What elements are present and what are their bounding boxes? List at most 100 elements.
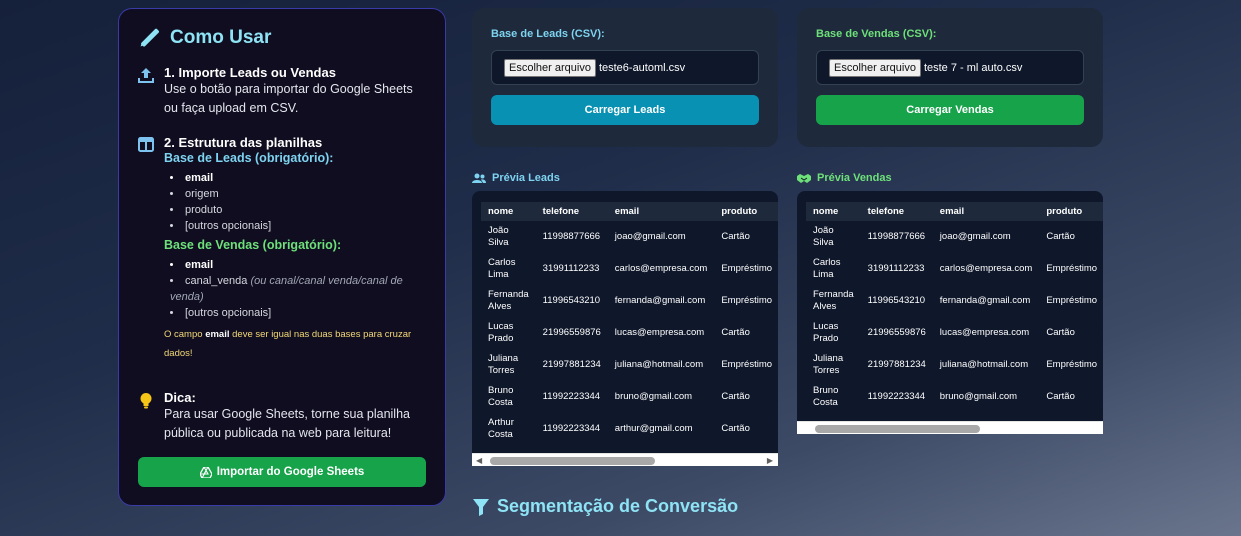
vendas-upload-card: Base de Vendas (CSV): Escolher arquivo t… xyxy=(797,8,1103,147)
table-row: Arthur Costa 11992223344 arthur@gmail.com C… xyxy=(481,413,778,445)
step-2: 2. Estrutura das planilhas Base de Leads… xyxy=(138,135,425,363)
tip-text: Para usar Google Sheets, torne sua plani… xyxy=(164,407,410,440)
leads-file-input[interactable]: Escolher arquivo teste6-automl.csv xyxy=(491,50,759,85)
table-cell: Empréstimo xyxy=(1046,359,1098,370)
vendas-file-input[interactable]: Escolher arquivo teste 7 - ml auto.csv xyxy=(816,50,1084,85)
preview-leads-table-container[interactable]: nome telefone email produto o João Silva… xyxy=(472,191,778,466)
table-cell: arthur@gmail.com xyxy=(614,423,693,434)
table-cell: Empréstimo xyxy=(721,295,773,306)
table-cell: João Silva xyxy=(488,225,509,248)
preview-leads-title: Prévia Leads xyxy=(492,172,560,184)
table-row: Juliana Torres 21997881234 juliana@hotmail… xyxy=(481,349,778,381)
table-row: Lucas Prado 21996559876 lucas@empresa.com C… xyxy=(481,317,778,349)
column-header: produto xyxy=(1039,202,1103,221)
leads-fields-list: email origem produto [outros opcionais] xyxy=(164,170,425,234)
table-cell: 11992223344 xyxy=(542,423,601,434)
table-cell: 11992223344 xyxy=(867,391,926,402)
table-cell: Lucas Prado xyxy=(488,321,514,344)
preview-vendas-table: nome telefone email produto o João Silva… xyxy=(806,202,1103,413)
google-drive-icon xyxy=(199,466,212,478)
preview-vendas-title: Prévia Vendas xyxy=(817,172,892,184)
table-cell: 31991112233 xyxy=(867,263,925,274)
list-item: email xyxy=(170,170,425,186)
table-cell: lucas@empresa.com xyxy=(939,327,1030,338)
table-row: Carlos Lima 31991112233 carlos@empresa.com… xyxy=(806,253,1103,285)
table-cell: carlos@empresa.com xyxy=(939,263,1033,274)
tip-title: Dica: xyxy=(164,390,196,405)
preview-vendas-table-container[interactable]: nome telefone email produto o João Silva… xyxy=(797,191,1103,434)
step-1: 1. Importe Leads ou Vendas Use o botão p… xyxy=(138,65,425,118)
tip: Dica: Para usar Google Sheets, torne sua… xyxy=(138,390,425,443)
table-cell: juliana@hotmail.com xyxy=(614,359,704,370)
horizontal-scrollbar[interactable] xyxy=(797,421,1103,434)
vendas-choose-file-button[interactable]: Escolher arquivo xyxy=(829,58,921,77)
table-cell: Empréstimo xyxy=(721,359,773,370)
filter-icon xyxy=(473,498,489,516)
scroll-left-arrow-icon[interactable]: ◀ xyxy=(476,456,482,465)
table-cell: Empréstimo xyxy=(1046,263,1098,274)
list-item: [outros opcionais] xyxy=(170,305,425,321)
load-leads-button[interactable]: Carregar Leads xyxy=(491,95,759,125)
leads-file-name: teste6-automl.csv xyxy=(598,61,686,74)
table-cell: Carlos Lima xyxy=(813,257,841,280)
how-to-title-text: Como Usar xyxy=(170,27,272,48)
table-cell: fernanda@gmail.com xyxy=(614,295,706,306)
scrollbar-thumb[interactable] xyxy=(490,457,655,465)
vendas-upload-label: Base de Vendas (CSV): xyxy=(816,28,937,40)
table-row: Carlos Lima 31991112233 carlos@empresa.com… xyxy=(481,253,778,285)
how-to-panel: Como Usar 1. Importe Leads ou Vendas Use… xyxy=(118,8,446,506)
column-header: nome xyxy=(481,202,536,221)
table-cell: 11992223344 xyxy=(542,391,601,402)
table-row: Juliana Torres 21997881234 juliana@hotmail… xyxy=(806,349,1103,381)
column-header: nome xyxy=(806,202,861,221)
column-header: produto xyxy=(714,202,778,221)
table-cell: Arthur Costa xyxy=(488,417,514,440)
table-cell: 11996543210 xyxy=(542,295,601,306)
table-cell: João Silva xyxy=(813,225,834,248)
table-cell: Cartão xyxy=(721,391,750,402)
pencil-icon xyxy=(140,28,159,47)
scroll-right-arrow-icon[interactable]: ▶ xyxy=(767,456,773,465)
table-row: João Silva 11998877666 joao@gmail.com Cartã… xyxy=(481,221,778,253)
list-item: [outros opcionais] xyxy=(170,218,425,234)
list-item: origem xyxy=(170,186,425,202)
import-google-sheets-button[interactable]: Importar do Google Sheets xyxy=(138,457,426,487)
how-to-title: Como Usar xyxy=(138,27,425,49)
table-cell: Cartão xyxy=(721,423,750,434)
lightbulb-icon xyxy=(140,393,152,409)
upload-icon xyxy=(138,68,154,83)
table-cell: Lucas Prado xyxy=(813,321,839,344)
table-cell: Cartão xyxy=(721,231,750,242)
leads-structure-title: Base de Leads (obrigatório): xyxy=(164,151,334,165)
preview-leads-scroll-area[interactable]: nome telefone email produto o João Silva… xyxy=(472,191,778,453)
column-header: telefone xyxy=(860,202,933,221)
scrollbar-thumb[interactable] xyxy=(815,425,980,433)
table-cell: Fernanda Alves xyxy=(488,289,529,312)
table-cell: Juliana Torres xyxy=(813,353,844,376)
users-icon xyxy=(472,173,486,183)
table-cell: Cartão xyxy=(721,327,750,338)
table-row: João Silva 11998877666 joao@gmail.com Cartã… xyxy=(806,221,1103,253)
leads-choose-file-button[interactable]: Escolher arquivo xyxy=(504,58,596,77)
table-row: Lucas Prado 21996559876 lucas@empresa.com C… xyxy=(806,317,1103,349)
leads-upload-card: Base de Leads (CSV): Escolher arquivo te… xyxy=(472,8,778,147)
table-cell: Empréstimo xyxy=(721,263,773,274)
list-item: canal_venda (ou canal/canal venda/canal … xyxy=(170,273,425,305)
load-vendas-button[interactable]: Carregar Vendas xyxy=(816,95,1084,125)
table-row: Bruno Costa 11992223344 bruno@gmail.com Car… xyxy=(481,381,778,413)
horizontal-scrollbar[interactable]: ◀ ▶ xyxy=(472,453,778,466)
table-cell: 21996559876 xyxy=(542,327,601,338)
preview-vendas-scroll-area[interactable]: nome telefone email produto o João Silva… xyxy=(797,191,1103,421)
table-cell: Juliana Torres xyxy=(488,353,519,376)
preview-leads-label: Prévia Leads xyxy=(472,172,560,184)
handshake-icon xyxy=(797,173,811,183)
leads-upload-label: Base de Leads (CSV): xyxy=(491,28,605,40)
table-cell: Cartão xyxy=(1046,327,1075,338)
segmentation-title: Segmentação de Conversão xyxy=(472,496,738,517)
column-header: email xyxy=(607,202,715,221)
column-header: email xyxy=(932,202,1040,221)
list-item: produto xyxy=(170,202,425,218)
email-match-note: O campo email deve ser igual nas duas ba… xyxy=(164,325,425,363)
table-cell: Cartão xyxy=(1046,231,1075,242)
column-header: telefone xyxy=(535,202,608,221)
